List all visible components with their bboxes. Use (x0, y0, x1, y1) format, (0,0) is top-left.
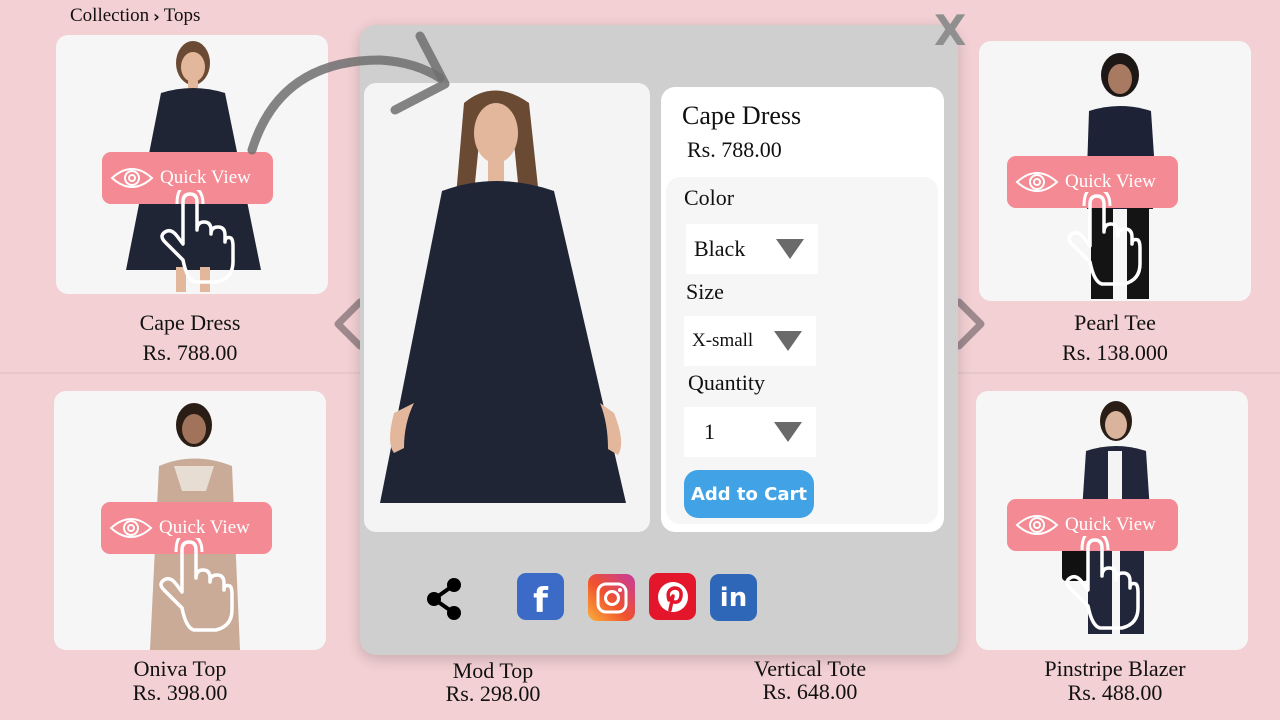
product-name[interactable]: Oniva Top (0, 656, 360, 682)
quantity-select[interactable]: 1 (684, 407, 816, 457)
pointer-hand-icon (159, 538, 234, 632)
product-price: Rs. 298.00 (445, 681, 541, 706)
product-card-mod-top[interactable]: Mod Top Rs. 298.00 (393, 658, 593, 707)
pointer-hand-icon (1065, 536, 1140, 630)
quick-view-modal: Cape Dress Rs. 788.00 Color Black Size X… (360, 25, 958, 655)
product-price: Rs. 488.00 (1067, 680, 1163, 705)
share-icon[interactable] (424, 577, 464, 621)
dropdown-arrow-icon (774, 422, 802, 442)
quick-view-label: Quick View (160, 167, 251, 188)
quantity-value: 1 (704, 419, 715, 444)
modal-product-title: Cape Dress (682, 101, 802, 130)
product-name[interactable]: Cape Dress (0, 310, 380, 336)
model-figure (380, 90, 626, 503)
product-price: Rs. 648.00 (762, 679, 858, 704)
modal-product-price: Rs. 788.00 (687, 137, 782, 162)
linkedin-icon[interactable]: in (710, 574, 757, 621)
product-name[interactable]: Pearl Tee (950, 310, 1280, 336)
product-card-pearl-tee[interactable]: Quick View Pearl Tee Rs. 138.000 (950, 0, 1280, 372)
pinterest-icon[interactable] (649, 573, 696, 620)
size-value: X-small (692, 330, 754, 351)
quick-view-label: Quick View (159, 517, 250, 538)
close-button[interactable]: X (934, 10, 966, 52)
color-value: Black (694, 236, 746, 261)
dropdown-arrow-icon (776, 239, 804, 259)
pointer-hand-icon (1067, 192, 1142, 286)
quick-view-label: Quick View (1065, 514, 1156, 535)
next-arrow-icon[interactable] (953, 296, 989, 352)
share-row: f in (360, 573, 958, 623)
product-card-pinstripe-blazer[interactable]: Quick View Pinstripe Blazer Rs. 488.00 (950, 374, 1280, 720)
product-price: Rs. 398.00 (132, 680, 228, 705)
quantity-label: Quantity (688, 370, 765, 395)
quick-view-label: Quick View (1065, 171, 1156, 192)
add-to-cart-button[interactable]: Add to Cart (684, 470, 814, 518)
size-select[interactable]: X-small (684, 316, 816, 366)
product-card-cape-dress[interactable]: Quick View Cape Dress Rs. 788.00 (0, 0, 380, 372)
eye-icon (1015, 172, 1059, 192)
product-name[interactable]: Pinstripe Blazer (950, 656, 1280, 682)
color-label: Color (684, 185, 735, 210)
instagram-icon[interactable] (588, 574, 635, 621)
eye-icon (1015, 515, 1059, 535)
product-card-vertical-tote[interactable]: Vertical Tote Rs. 648.00 (710, 656, 910, 705)
modal-product-image (364, 83, 650, 532)
dropdown-arrow-icon (774, 331, 802, 351)
options-panel: Color Black Size X-small Quantity 1 Add … (666, 177, 938, 524)
facebook-icon[interactable]: f (517, 573, 564, 620)
eye-icon (110, 168, 154, 188)
pointer-hand-icon (160, 190, 235, 284)
color-select[interactable]: Black (686, 224, 818, 274)
eye-icon (109, 518, 153, 538)
product-card-oniva-top[interactable]: Quick View Oniva Top Rs. 398.00 (0, 374, 380, 720)
product-price: Rs. 138.000 (1062, 340, 1168, 365)
product-price: Rs. 788.00 (142, 340, 238, 365)
size-label: Size (686, 279, 724, 304)
product-details-panel: Cape Dress Rs. 788.00 Color Black Size X… (661, 87, 944, 532)
